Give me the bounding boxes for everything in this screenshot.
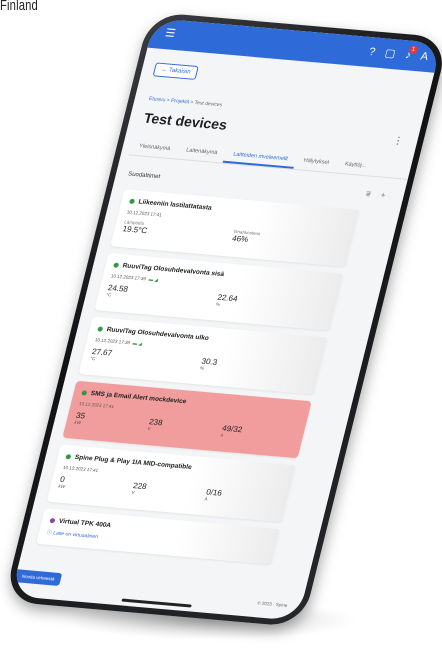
status-dot xyxy=(128,198,136,204)
device-timestamp: 10.12.2023 17:39 ▬ ◢ xyxy=(110,273,159,283)
status-dot xyxy=(65,453,72,460)
virtual-info: ⓘ Laite on virtuaalinen xyxy=(46,529,99,541)
breadcrumb-current: Test devices xyxy=(193,99,223,109)
filter-icon[interactable]: ⩸ xyxy=(365,189,372,199)
device-timestamp: 10.12.2023 17:41 xyxy=(126,209,163,218)
status-dot xyxy=(49,517,56,524)
status-dot xyxy=(97,326,104,332)
metric: 49/32 A xyxy=(220,424,296,444)
signal-icon: ▬ ◢ xyxy=(132,340,143,347)
tab-bar: Yleisnäkymä Laitenäkymä Laitteiden mvele… xyxy=(128,138,412,180)
report-issue-button[interactable]: Ilmoita virheestä xyxy=(14,569,63,586)
device-title: Liikeeniin lastilattatasta xyxy=(128,198,212,212)
metric: 27.67 °C xyxy=(90,347,203,370)
metric: Lämpötila 19.5°C xyxy=(122,219,235,242)
device-metrics: 35 kW 238 V 49/32 A xyxy=(74,411,297,444)
tab-overview[interactable]: Yleisnäkymä xyxy=(129,139,180,159)
status-dot xyxy=(113,262,120,268)
chat-icon[interactable]: ▢ xyxy=(384,46,398,60)
tab-device-measurements[interactable]: Laitteiden mveleemelit xyxy=(223,146,298,169)
metric: 24.58 °C xyxy=(106,283,219,306)
device-card[interactable]: Spine Plug & Play 1IA MID-compatible 10.… xyxy=(46,444,296,523)
add-icon[interactable]: + xyxy=(379,191,387,201)
breadcrumb-home[interactable]: Etusivu xyxy=(148,96,166,103)
breadcrumb: Etusivu > Projektit > Test devices xyxy=(148,96,223,108)
metric: 238 V xyxy=(147,417,223,437)
phone-frame: ☰ ? ▢ ♪ 1 A ← Takaisin Etusivu > Projekt… xyxy=(3,11,442,628)
device-photo xyxy=(171,520,280,565)
back-button[interactable]: ← Takaisin xyxy=(152,62,200,80)
filter-actions: ⩸ + xyxy=(365,189,387,201)
metric: 0 kW xyxy=(58,475,134,495)
page-title: Test devices xyxy=(142,109,229,133)
device-timestamp: 10.12.2023 17:39 ▬ ◢ xyxy=(94,337,143,347)
device-timestamp: 10.12.2023 17:41 xyxy=(62,464,99,473)
metric: 35 kW xyxy=(74,411,150,431)
device-timestamp: 10.12.2023 17:41 xyxy=(78,401,115,410)
more-options-icon[interactable]: ⋮ xyxy=(392,135,405,147)
tab-users[interactable]: Käyttöj... xyxy=(335,157,376,176)
breadcrumb-projects[interactable]: Projektit xyxy=(170,98,189,105)
status-dot xyxy=(81,390,88,396)
tab-alerts[interactable]: Hälytykset xyxy=(293,153,338,172)
menu-icon[interactable]: ☰ xyxy=(164,27,178,40)
footer-copyright: © 2023 · Spine xyxy=(256,600,288,608)
device-card-alert[interactable]: SMS ja Email Alert mockdevice 10.12.2023… xyxy=(62,380,312,459)
tab-device-view[interactable]: Laitenäkymä xyxy=(176,143,227,163)
notification-badge: 1 xyxy=(408,45,419,54)
notification-icon[interactable]: ♪ 1 xyxy=(404,45,419,61)
help-icon[interactable]: ? xyxy=(368,46,377,58)
phone-screen: ☰ ? ▢ ♪ 1 A ← Takaisin Etusivu > Projekt… xyxy=(10,18,442,621)
topbar-icons: ? ▢ ♪ 1 A xyxy=(367,45,430,63)
device-card[interactable]: RuuviTag Olosuhdevalvonta sisä 10.12.202… xyxy=(94,253,344,331)
device-card[interactable]: Liikeeniin lastilattatasta 10.12.2023 17… xyxy=(110,189,360,267)
device-title: Virtual TPK 400A xyxy=(49,517,112,529)
page-content: ← Takaisin Etusivu > Projektit > Test de… xyxy=(11,48,435,621)
device-card[interactable]: RuuviTag Olosuhdevalvonta ulko 10.12.202… xyxy=(78,316,328,395)
signal-icon: ▬ ◢ xyxy=(148,276,159,283)
user-avatar[interactable]: A xyxy=(419,50,429,62)
phone-perspective: ☰ ? ▢ ♪ 1 A ← Takaisin Etusivu > Projekt… xyxy=(0,0,442,658)
caption-text: Finland xyxy=(0,0,38,14)
filters-label[interactable]: Suodattimet xyxy=(127,171,160,180)
